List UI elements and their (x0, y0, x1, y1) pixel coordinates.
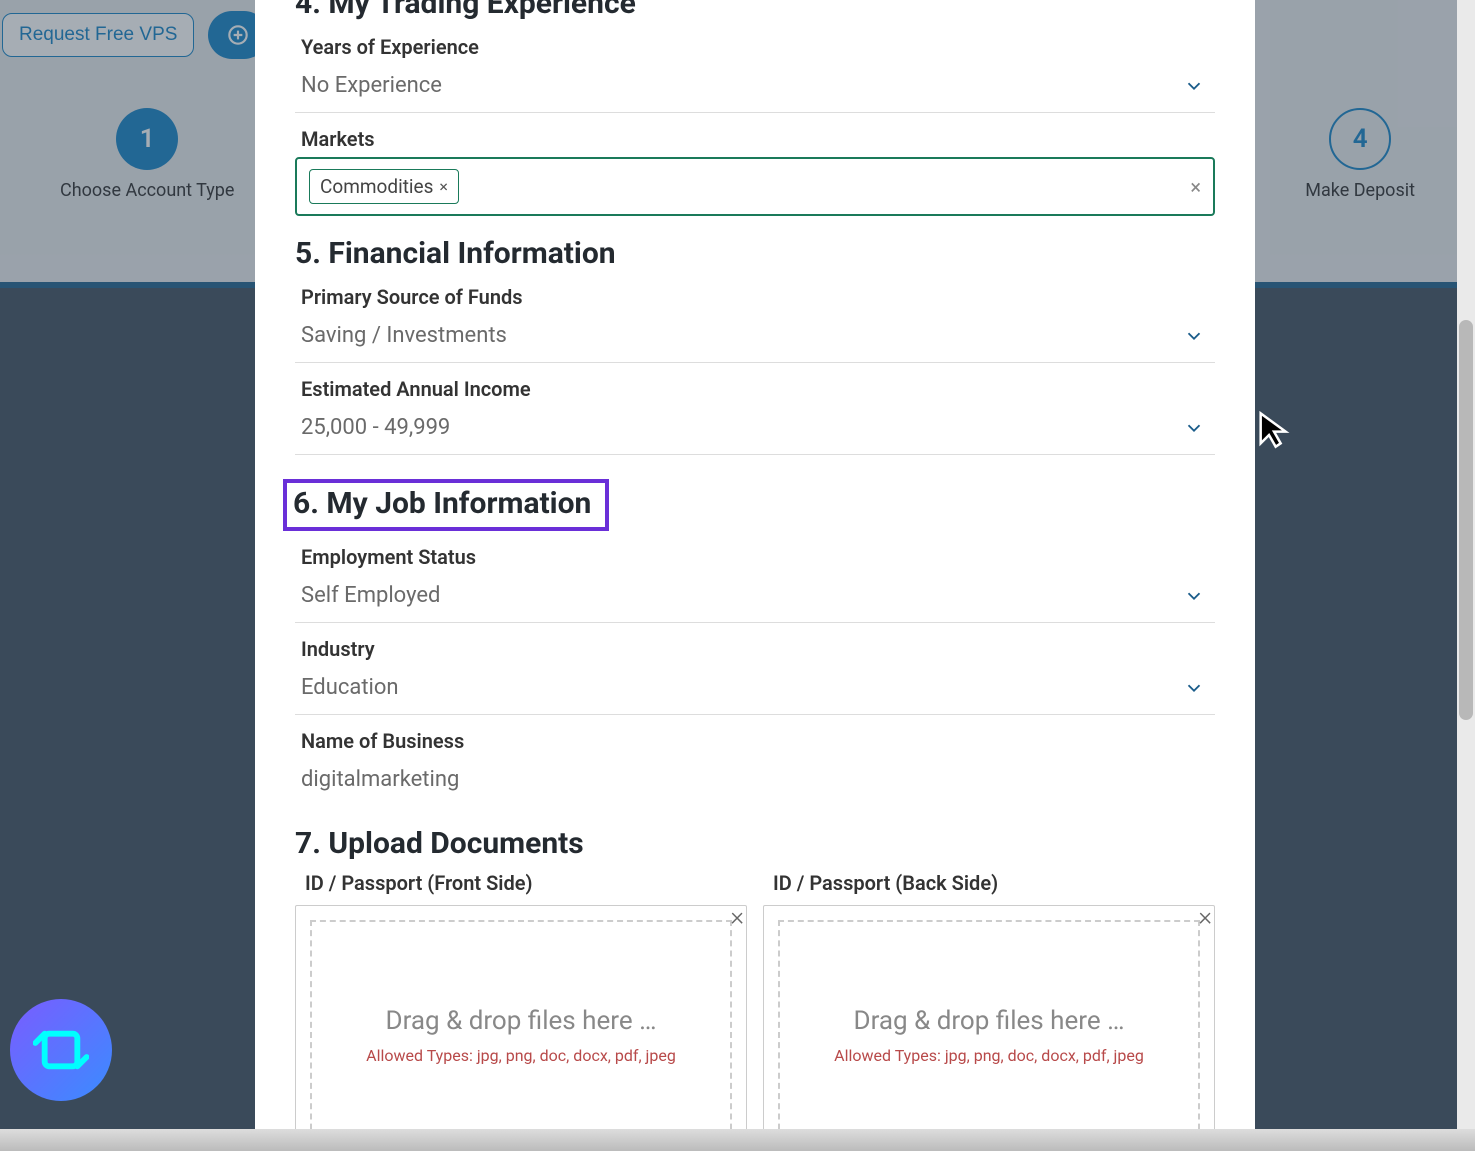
id-back-upload[interactable]: × Drag & drop files here … Allowed Types… (763, 905, 1215, 1151)
id-back-label: ID / Passport (Back Side) (763, 871, 1215, 895)
close-icon[interactable]: × (1198, 902, 1212, 932)
employment-label: Employment Status (295, 545, 1215, 569)
chevron-down-icon (1183, 75, 1205, 97)
income-value: 25,000 - 49,999 (301, 415, 450, 440)
years-value: No Experience (301, 73, 442, 98)
business-value[interactable]: digitalmarketing (295, 755, 1215, 806)
industry-label: Industry (295, 637, 1215, 661)
request-vps-button[interactable]: Request Free VPS (2, 13, 194, 57)
clear-all-icon[interactable]: × (1190, 175, 1201, 199)
markets-input[interactable]: Commodities × × (295, 157, 1215, 216)
employment-value: Self Employed (301, 583, 440, 608)
dropzone-text: Drag & drop files here … (854, 1006, 1125, 1036)
employment-select[interactable]: Self Employed (295, 571, 1215, 623)
section-financial-title: 5. Financial Information (295, 236, 1215, 271)
step-4: 4 Make Deposit (1305, 108, 1415, 201)
industry-select[interactable]: Education (295, 663, 1215, 715)
income-label: Estimated Annual Income (295, 377, 1215, 401)
markets-tag-commodities[interactable]: Commodities × (309, 169, 459, 204)
step-1: 1 Choose Account Type (60, 108, 234, 201)
years-select[interactable]: No Experience (295, 61, 1215, 113)
footer-divider (0, 1129, 1475, 1151)
allowed-types-text: Allowed Types: jpg, png, doc, docx, pdf,… (834, 1046, 1144, 1065)
highlighted-section: 6. My Job Information (283, 479, 609, 531)
section-upload-title: 7. Upload Documents (295, 826, 1215, 861)
support-avatar-button[interactable] (10, 999, 112, 1101)
chevron-down-icon (1183, 677, 1205, 699)
step-circle-4: 4 (1329, 108, 1391, 170)
registration-modal: 4. My Trading Experience Years of Experi… (255, 0, 1255, 1151)
section-job-title: 6. My Job Information (293, 486, 591, 521)
funds-value: Saving / Investments (301, 323, 507, 348)
funds-select[interactable]: Saving / Investments (295, 311, 1215, 363)
dropzone-back[interactable]: Drag & drop files here … Allowed Types: … (778, 920, 1200, 1150)
scrollbar-track[interactable] (1457, 0, 1475, 1151)
tag-label: Commodities (320, 175, 433, 198)
business-label: Name of Business (295, 729, 1215, 753)
income-select[interactable]: 25,000 - 49,999 (295, 403, 1215, 455)
years-label: Years of Experience (295, 35, 1215, 59)
funds-label: Primary Source of Funds (295, 285, 1215, 309)
dropzone-front[interactable]: Drag & drop files here … Allowed Types: … (310, 920, 732, 1150)
chevron-down-icon (1183, 325, 1205, 347)
id-front-label: ID / Passport (Front Side) (295, 871, 747, 895)
section-trading-experience-title: 4. My Trading Experience (295, 0, 1215, 21)
dropzone-text: Drag & drop files here … (386, 1006, 657, 1036)
close-icon[interactable]: × (730, 902, 744, 932)
allowed-types-text: Allowed Types: jpg, png, doc, docx, pdf,… (366, 1046, 676, 1065)
step-circle-1: 1 (116, 108, 178, 170)
chevron-down-icon (1183, 585, 1205, 607)
industry-value: Education (301, 675, 399, 700)
step-label-1: Choose Account Type (60, 180, 234, 201)
tag-remove-icon[interactable]: × (439, 177, 448, 196)
step-label-4: Make Deposit (1305, 180, 1415, 201)
markets-label: Markets (295, 127, 1215, 151)
id-front-upload[interactable]: × Drag & drop files here … Allowed Types… (295, 905, 747, 1151)
scrollbar-thumb[interactable] (1459, 320, 1473, 720)
chevron-down-icon (1183, 417, 1205, 439)
